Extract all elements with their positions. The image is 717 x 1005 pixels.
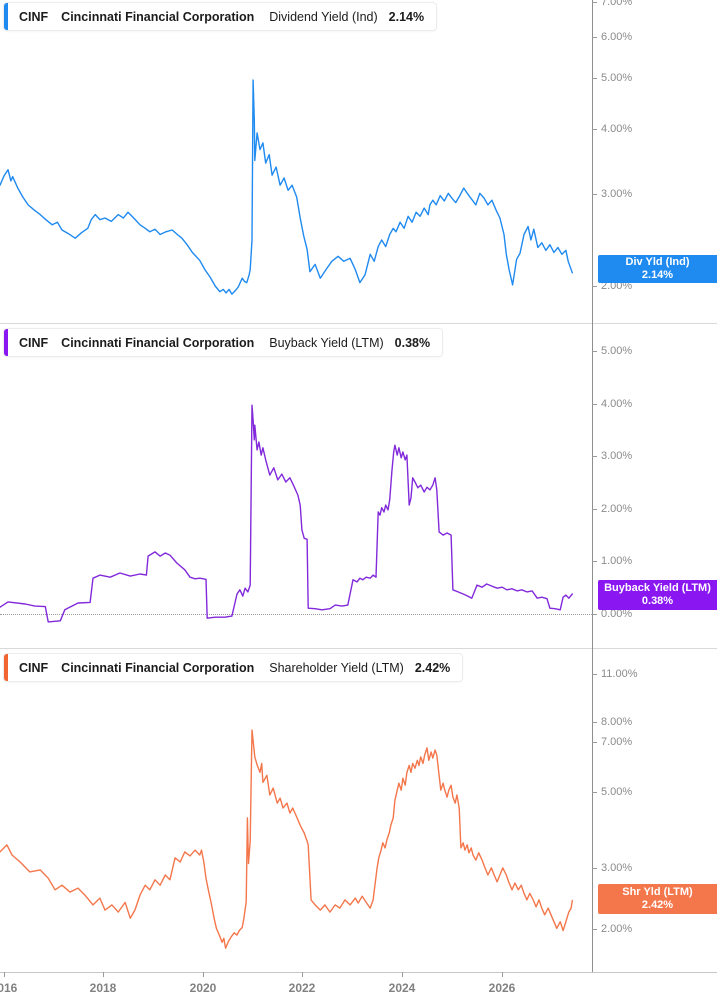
header-accent-bar bbox=[4, 3, 8, 30]
metric-value: 2.42% bbox=[414, 660, 451, 675]
chart-header-dividend-yield[interactable]: CINF Cincinnati Financial Corporation Di… bbox=[4, 3, 437, 30]
header-accent-bar bbox=[4, 654, 8, 681]
last-value-badge-shareholder-yield: Shr Yld (LTM) 2.42% bbox=[598, 884, 717, 914]
badge-label: Buyback Yield (LTM) bbox=[604, 581, 711, 594]
metric-value: 2.14% bbox=[388, 9, 425, 24]
chart-canvas[interactable] bbox=[0, 0, 717, 1005]
metric-name: Dividend Yield (Ind) bbox=[269, 9, 378, 24]
company-name: Cincinnati Financial Corporation bbox=[61, 335, 255, 350]
metric-name: Buyback Yield (LTM) bbox=[269, 335, 384, 350]
ticker-label: CINF bbox=[19, 335, 49, 350]
metric-name: Shareholder Yield (LTM) bbox=[269, 660, 404, 675]
ticker-label: CINF bbox=[19, 660, 49, 675]
badge-label: Shr Yld (LTM) bbox=[622, 885, 693, 898]
shareholder-yield-line bbox=[0, 729, 573, 949]
chart-header-buyback-yield[interactable]: CINF Cincinnati Financial Corporation Bu… bbox=[4, 329, 443, 356]
badge-value: 2.14% bbox=[641, 269, 674, 281]
badge-value: 2.42% bbox=[641, 899, 674, 911]
chart-header-shareholder-yield[interactable]: CINF Cincinnati Financial Corporation Sh… bbox=[4, 654, 463, 681]
ticker-label: CINF bbox=[19, 9, 49, 24]
company-name: Cincinnati Financial Corporation bbox=[61, 660, 255, 675]
yield-charts-dashboard: 7.00% 6.00% 5.00% 4.00% 3.00% 2.00% 5.00% 4.00%… bbox=[0, 0, 717, 1005]
metric-value: 0.38% bbox=[394, 335, 431, 350]
buyback-yield-line bbox=[0, 404, 573, 623]
header-accent-bar bbox=[4, 329, 8, 356]
badge-label: Div Yld (Ind) bbox=[625, 255, 690, 268]
last-value-badge-buyback-yield: Buyback Yield (LTM) 0.38% bbox=[598, 580, 717, 610]
company-name: Cincinnati Financial Corporation bbox=[61, 9, 255, 24]
badge-value: 0.38% bbox=[641, 595, 674, 607]
dividend-yield-line bbox=[0, 79, 573, 295]
last-value-badge-div-yield: Div Yld (Ind) 2.14% bbox=[598, 255, 717, 283]
